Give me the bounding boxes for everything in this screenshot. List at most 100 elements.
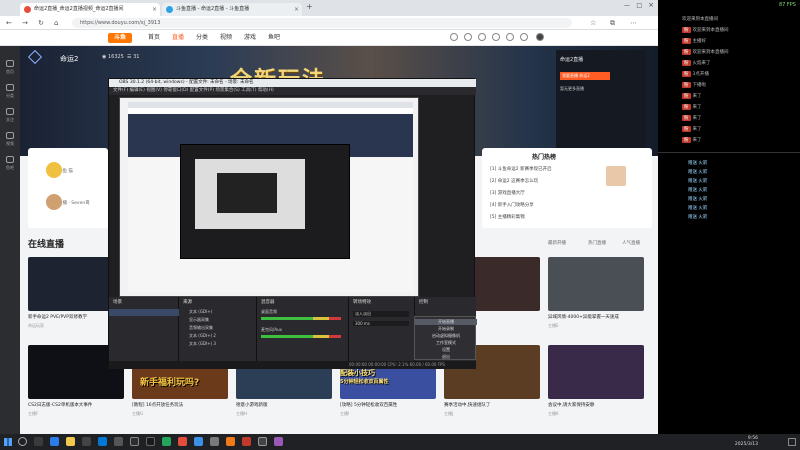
app-icon[interactable]: [82, 437, 91, 446]
app-icon[interactable]: [242, 437, 251, 446]
filter-newest[interactable]: 最新开播: [548, 240, 566, 246]
nav-category[interactable]: 分类: [196, 33, 208, 43]
sidebar-item-category[interactable]: 分类: [3, 84, 17, 99]
filter-hot[interactable]: 热门直播: [588, 240, 606, 246]
terminal-icon[interactable]: [130, 437, 139, 446]
site-logo[interactable]: 斗鱼: [108, 33, 132, 43]
nav-live[interactable]: 直播: [172, 33, 184, 43]
message-icon[interactable]: [478, 33, 486, 41]
nav-video[interactable]: 视频: [220, 33, 232, 43]
search-icon[interactable]: [18, 437, 27, 446]
studio-mode-button[interactable]: 工作室模式: [415, 340, 477, 346]
tab-bar: 命运2直播_命运2直播视频_命运2直播间 × 斗鱼直播 - 命运2直播 - 斗鱼…: [0, 0, 658, 16]
live-card[interactable]: 会议中,请大家保持安静 主播K: [548, 345, 644, 421]
transition-select[interactable]: 淡入淡出: [353, 311, 409, 317]
tab-second[interactable]: 斗鱼直播 - 命运2直播 - 斗鱼直播 ×: [162, 3, 302, 16]
live-card-title[interactable]: 德意小游戏新版: [236, 402, 326, 408]
left-sidebar: 首页 分类 关注 视频 鱼吧: [0, 46, 20, 434]
gift-message: 赠送 火箭: [682, 178, 707, 184]
source-item[interactable]: 文本 (GDI+) 3: [189, 341, 216, 347]
live-card-title[interactable]: 赛季活动中,快速组队了: [444, 402, 534, 408]
home-icon[interactable]: ⌂: [54, 18, 58, 28]
live-thumbnail[interactable]: [548, 257, 644, 311]
sidebar-item-follow[interactable]: 关注: [3, 108, 17, 123]
app-icon[interactable]: [114, 437, 123, 446]
app-icon[interactable]: [226, 437, 235, 446]
windows-start-icon[interactable]: [4, 438, 12, 446]
nav-games[interactable]: 游戏: [244, 33, 256, 43]
live-card-title[interactable]: [攻略] 5分钟轻松收双百属性: [340, 402, 430, 408]
live-card-title[interactable]: 新手命运2 PVE/PVP双修教学: [28, 314, 118, 320]
hot-item[interactable]: [2] 命运2 这赛季怎么玩: [490, 178, 538, 184]
explorer-icon[interactable]: [66, 437, 75, 446]
virtual-camera-button[interactable]: 启动虚拟摄像机: [415, 333, 477, 339]
nav-home[interactable]: 首页: [148, 33, 160, 43]
nav-yuba[interactable]: 鱼吧: [268, 33, 280, 43]
app-icon[interactable]: [274, 437, 283, 446]
source-item[interactable]: 显示器采集: [189, 317, 209, 323]
live-card-title[interactable]: CS2日志版-CS2单机版本大事件: [28, 402, 118, 408]
start-stream-button[interactable]: 我要直播 命运2: [560, 72, 610, 80]
close-icon[interactable]: ×: [294, 3, 299, 16]
chat-message: 粉来了: [682, 93, 702, 99]
filter-popular[interactable]: 人气直播: [622, 240, 640, 246]
anchor-item[interactable]: 小鱼 猫: [46, 162, 73, 178]
task-icon[interactable]: [520, 33, 528, 41]
follow-icon[interactable]: [464, 33, 472, 41]
new-tab-icon[interactable]: +: [306, 2, 313, 11]
source-item[interactable]: 音频输出采集: [189, 325, 213, 331]
app-icon[interactable]: [162, 437, 171, 446]
live-card[interactable]: 异域风情-4000+异能掌握一天速成 主播E: [548, 257, 644, 333]
close-window-icon[interactable]: ×: [648, 1, 654, 9]
live-card-title[interactable]: [教程] 16点开放任务玩法: [132, 402, 222, 408]
hot-item[interactable]: [5] 主播精彩集锦: [490, 214, 525, 220]
start-recording-button[interactable]: 开始录制: [415, 326, 477, 332]
sidebar-item-video[interactable]: 视频: [3, 132, 17, 147]
anchor-item[interactable]: 主播 · Seven哥: [46, 194, 90, 210]
hot-item[interactable]: [1] 斗鱼命运2 新赛季现已开启: [490, 166, 552, 172]
app-icon[interactable]: [258, 437, 267, 446]
stat-rooms: 31: [133, 54, 140, 60]
start-streaming-button[interactable]: 开始直播: [415, 319, 477, 325]
tab-active[interactable]: 命运2直播_命运2直播视频_命运2直播间 ×: [20, 3, 160, 16]
history-icon[interactable]: [450, 33, 458, 41]
duration-input[interactable]: 300 ms: [353, 321, 409, 326]
forward-icon[interactable]: →: [22, 18, 28, 28]
sidebar-item-yuba[interactable]: 鱼吧: [3, 156, 17, 171]
live-card-title[interactable]: 会议中,请大家保持安静: [548, 402, 638, 408]
maximize-icon[interactable]: □: [636, 2, 642, 9]
extensions-icon[interactable]: ⧉: [610, 18, 615, 28]
obs-menu-bar[interactable]: 文件(F) 编辑(E) 视图(V) 停靠窗口(D) 配置文件(P) 场景集合(S…: [109, 87, 476, 95]
app-icon[interactable]: [210, 437, 219, 446]
close-icon[interactable]: ×: [152, 3, 157, 16]
app-icon[interactable]: [194, 437, 203, 446]
store-icon[interactable]: [98, 437, 107, 446]
douyu-icon[interactable]: [178, 437, 187, 446]
live-thumbnail[interactable]: [548, 345, 644, 399]
url-input[interactable]: https://www.douyu.com/xj_3913: [72, 18, 572, 28]
edge-icon[interactable]: [50, 437, 59, 446]
refresh-icon[interactable]: ↻: [38, 18, 44, 28]
scene-item[interactable]: [109, 309, 179, 316]
notification-icon[interactable]: [788, 438, 796, 446]
obs-icon[interactable]: [146, 437, 155, 446]
sidebar-item-home[interactable]: 首页: [3, 60, 17, 75]
back-icon[interactable]: ←: [6, 18, 12, 28]
avatar[interactable]: [536, 33, 544, 41]
hot-item[interactable]: [3] 游戏直播大厅: [490, 190, 525, 196]
live-icon[interactable]: [506, 33, 514, 41]
star-icon[interactable]: ☆: [590, 18, 596, 28]
settings-button[interactable]: 设置: [415, 347, 477, 353]
source-item[interactable]: 文本 (GDI+): [189, 309, 212, 315]
system-clock[interactable]: 9:56 2025/3/13: [735, 436, 758, 448]
minimize-icon[interactable]: —: [624, 2, 630, 9]
hot-item[interactable]: [4] 新手入门攻略分享: [490, 202, 534, 208]
transitions-title: 转场特效: [353, 300, 371, 305]
task-view-icon[interactable]: [34, 437, 43, 446]
live-card-title[interactable]: 异域风情-4000+异能掌握一天速成: [548, 314, 638, 320]
download-icon[interactable]: [492, 33, 500, 41]
source-item[interactable]: 文本 (GDI+) 2: [189, 333, 216, 339]
exit-button[interactable]: 退出: [415, 354, 477, 360]
thumbnail-overlay-text: 新手福利玩吗?: [140, 378, 200, 388]
menu-icon[interactable]: ⋯: [630, 18, 637, 28]
